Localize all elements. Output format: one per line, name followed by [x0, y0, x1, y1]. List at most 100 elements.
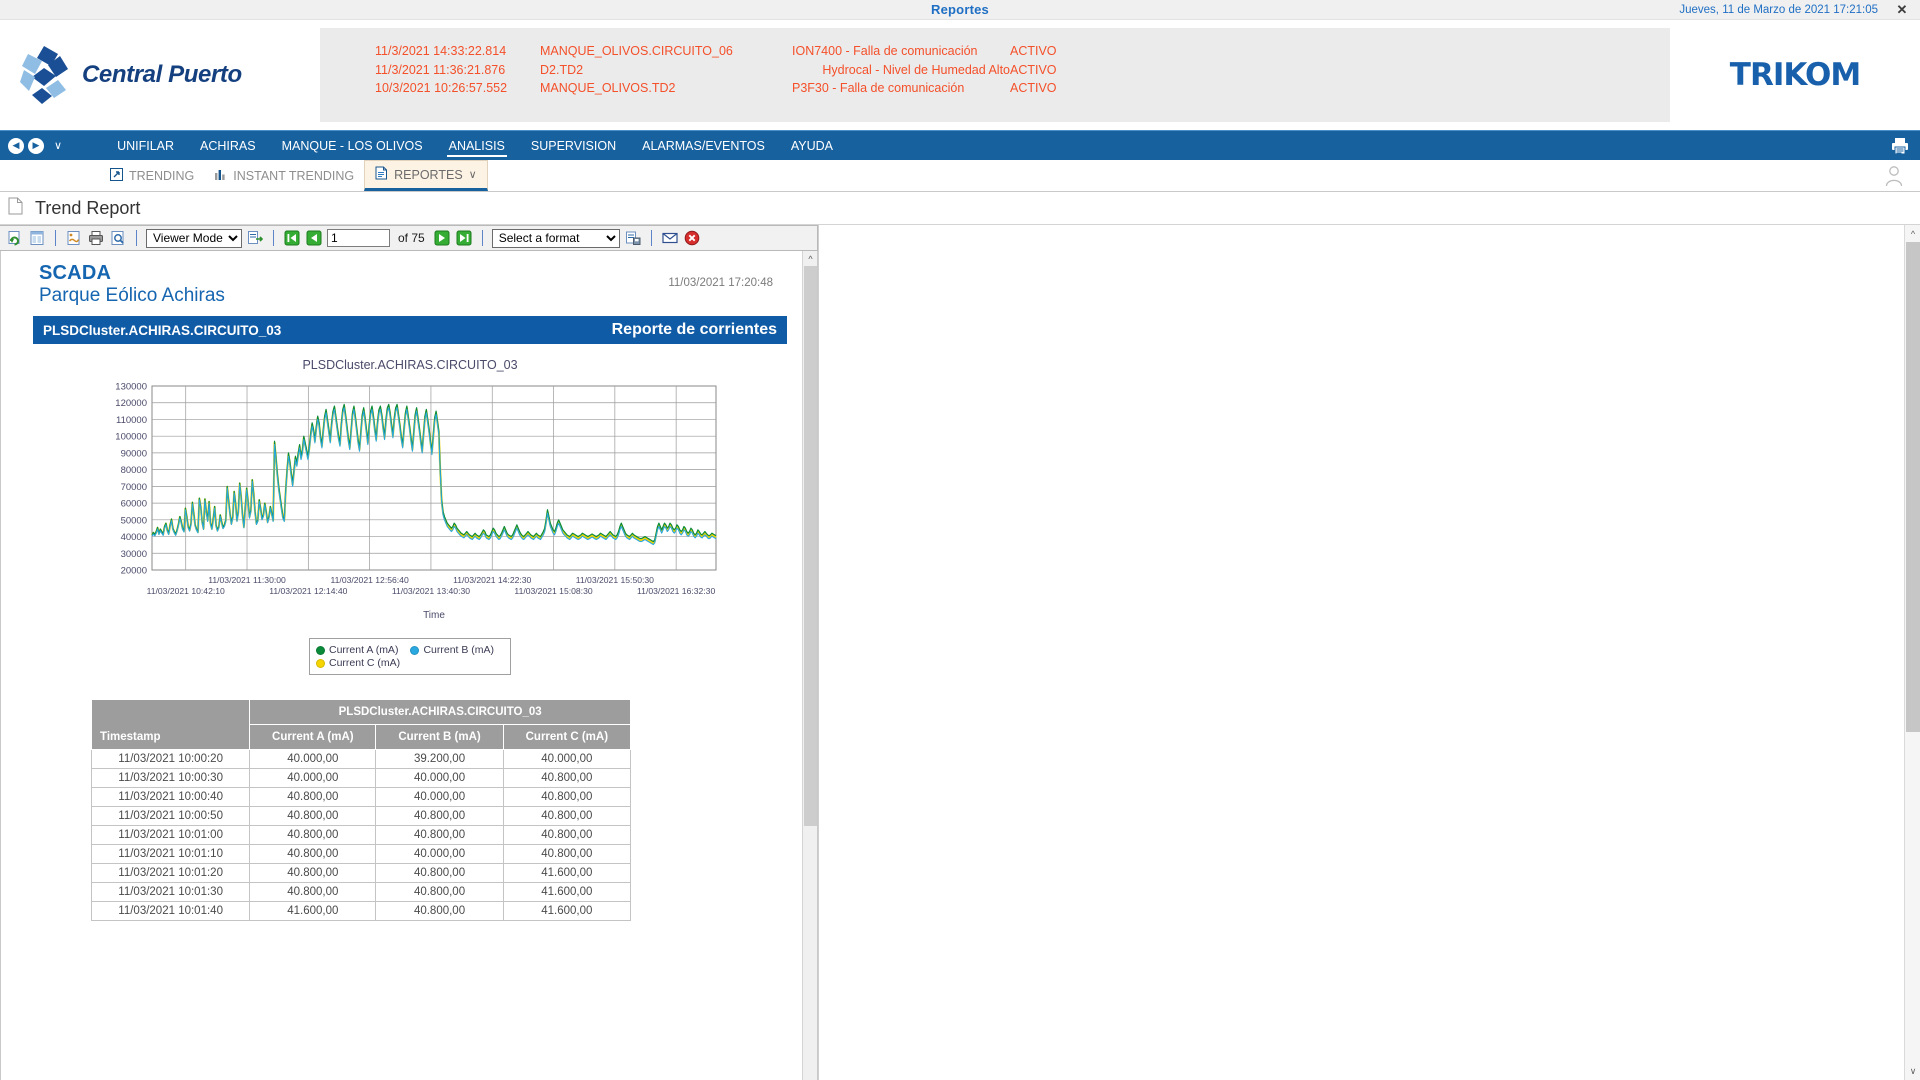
- cell-value: 40.800,00: [502, 806, 632, 826]
- table-group-header: PLSDCluster.ACHIRAS.CIRCUITO_03: [249, 699, 631, 725]
- trikom-logo: TRIKOM: [1729, 57, 1861, 93]
- back-icon[interactable]: ◀: [8, 137, 24, 154]
- toolbar-divider: [481, 230, 483, 246]
- cell-timestamp: 11/03/2021 10:01:30: [90, 882, 251, 902]
- forward-icon[interactable]: ▶: [28, 137, 44, 154]
- tab-trending-label: TRENDING: [129, 168, 195, 183]
- refresh-report-icon[interactable]: [6, 229, 24, 247]
- viewer-mode-select[interactable]: Viewer Mode: [146, 228, 242, 248]
- nav-item-supervision[interactable]: SUPERVISION: [518, 131, 629, 160]
- page-number-input[interactable]: [327, 229, 390, 247]
- legend-marker-icon: [410, 645, 420, 655]
- alarm-row[interactable]: 10/3/2021 10:26:57.552 MANQUE_OLIVOS.TD2…: [375, 79, 1670, 98]
- print-icon[interactable]: [87, 229, 105, 247]
- svg-text:70000: 70000: [121, 482, 147, 493]
- nav-item-manque-los-olivos[interactable]: MANQUE - LOS OLIVOS: [269, 131, 436, 160]
- cell-value: 40.000,00: [502, 749, 632, 769]
- trending-arrow-icon: [110, 167, 123, 184]
- close-report-icon[interactable]: [683, 229, 701, 247]
- viewer-wrapper: Viewer Mode of 75 Select a format: [0, 225, 1920, 1080]
- cell-value: 41.600,00: [502, 863, 632, 883]
- cell-value: 40.800,00: [249, 863, 377, 883]
- tab-trending[interactable]: TRENDING: [100, 160, 204, 191]
- scroll-up-icon[interactable]: ^: [803, 251, 817, 266]
- nav-history-controls: ◀ ▶ ∨: [0, 137, 62, 154]
- page-scroll-thumb[interactable]: [1906, 242, 1920, 732]
- format-select[interactable]: Select a format: [491, 228, 620, 248]
- cell-value: 40.800,00: [249, 844, 377, 864]
- cell-value: 40.800,00: [249, 787, 377, 807]
- bar-chart-icon: [214, 168, 227, 184]
- alarm-status: ACTIVO: [1010, 44, 1057, 58]
- cell-value: 41.600,00: [502, 882, 632, 902]
- page-scrollbar[interactable]: ^ ∨: [1904, 225, 1920, 1080]
- alarm-timestamp: 11/3/2021 11:36:21.876: [375, 62, 506, 77]
- cell-value: 40.800,00: [502, 768, 632, 788]
- report-scrollbar[interactable]: ^: [802, 251, 817, 1080]
- right-empty-pane: ^ ∨: [818, 225, 1920, 1080]
- page-count-label: of 75: [398, 231, 425, 245]
- svg-text:20000: 20000: [121, 566, 147, 577]
- cell-value: 40.800,00: [375, 901, 504, 921]
- next-page-icon[interactable]: [433, 229, 451, 247]
- chart-plot-area: 20000 30000 40000 50000 60000 70000 80000 90000…: [33, 378, 787, 628]
- cell-value: 41.600,00: [249, 901, 377, 921]
- svg-text:80000: 80000: [121, 465, 147, 476]
- table-row: 11/03/2021 10:01:10 40.800,00 40.000,00 40.…: [90, 844, 632, 864]
- legend-marker-icon: [316, 658, 325, 668]
- nav-item-unifilar[interactable]: UNIFILAR: [104, 131, 187, 160]
- export-document-icon[interactable]: [246, 229, 264, 247]
- report-band-tag: PLSDCluster.ACHIRAS.CIRCUITO_03: [43, 322, 282, 338]
- search-icon[interactable]: [109, 229, 127, 247]
- alarm-description: P3F30 - Falla de comunicación: [792, 81, 965, 95]
- cell-value: 40.800,00: [375, 882, 504, 902]
- nav-item-alarmas-eventos[interactable]: ALARMAS/EVENTOS: [629, 131, 778, 160]
- close-icon[interactable]: ✕: [1884, 0, 1920, 20]
- chevron-down-icon[interactable]: ∨: [54, 139, 62, 152]
- print-icon[interactable]: [1888, 134, 1912, 158]
- report-canvas: 11/03/2021 17:20:48 SCADA Parque Eólico …: [1, 251, 787, 1080]
- table-row: 11/03/2021 10:00:20 40.000,00 39.200,00 40.…: [90, 749, 632, 769]
- alarm-timestamp: 10/3/2021 10:26:57.552: [375, 81, 508, 95]
- cell-value: 40.000,00: [249, 768, 377, 788]
- cell-timestamp: 11/03/2021 10:01:20: [90, 863, 251, 883]
- svg-text:11/03/2021 16:32:30: 11/03/2021 16:32:30: [637, 586, 715, 596]
- page-scroll-down-icon[interactable]: ∨: [1905, 1063, 1920, 1080]
- nav-item-ayuda[interactable]: AYUDA: [778, 131, 846, 160]
- last-page-icon[interactable]: [455, 229, 473, 247]
- cell-timestamp: 11/03/2021 10:01:40: [90, 901, 251, 921]
- cell-value: 40.000,00: [375, 768, 504, 788]
- alarm-tag: MANQUE_OLIVOS.CIRCUITO_06: [540, 44, 733, 58]
- toggle-parameters-icon[interactable]: [28, 229, 46, 247]
- page-scroll-up-icon[interactable]: ^: [1905, 225, 1920, 242]
- partner-branding: TRIKOM: [1670, 20, 1920, 130]
- tab-reportes[interactable]: REPORTES ∨: [364, 160, 488, 191]
- company-name: Central Puerto: [82, 61, 242, 88]
- alarm-tag: MANQUE_OLIVOS.TD2: [540, 81, 676, 95]
- nav-item-achiras[interactable]: ACHIRAS: [187, 131, 269, 160]
- table-group-header-row: Timestamp PLSDCluster.ACHIRAS.CIRCUITO_0…: [90, 699, 631, 750]
- alarm-ticker-panel[interactable]: 11/3/2021 14:33:22.814 MANQUE_OLIVOS.CIR…: [320, 28, 1670, 122]
- email-icon[interactable]: [661, 229, 679, 247]
- tab-instant-trending[interactable]: INSTANT TRENDING: [204, 160, 364, 191]
- cell-value: 39.200,00: [375, 749, 504, 769]
- alarm-description: ION7400 - Falla de comunicación: [792, 44, 978, 58]
- tab-reportes-label: REPORTES: [394, 167, 463, 182]
- first-page-icon[interactable]: [283, 229, 301, 247]
- table-row: 11/03/2021 10:01:40 41.600,00 40.800,00 41.…: [90, 901, 632, 921]
- svg-text:40000: 40000: [121, 532, 147, 543]
- chevron-down-icon[interactable]: ∨: [469, 168, 477, 181]
- alarm-row[interactable]: 11/3/2021 14:33:22.814 MANQUE_OLIVOS.CIR…: [375, 42, 1670, 61]
- scroll-thumb[interactable]: [804, 266, 817, 826]
- svg-text:Time: Time: [423, 610, 445, 621]
- svg-text:11/03/2021 12:56:40: 11/03/2021 12:56:40: [331, 575, 409, 585]
- user-avatar-icon[interactable]: [1882, 163, 1906, 189]
- cell-value: 40.800,00: [249, 825, 377, 845]
- prev-page-icon[interactable]: [305, 229, 323, 247]
- alarm-row[interactable]: 11/3/2021 11:36:21.876 D2.TD2 Hydrocal -…: [375, 61, 1670, 80]
- nav-item-analisis[interactable]: ANALISIS: [436, 131, 518, 160]
- print-layout-icon[interactable]: [65, 229, 83, 247]
- export-icon[interactable]: [624, 229, 642, 247]
- subnav-items: TRENDING INSTANT TRENDING REPORTES ∨: [100, 160, 488, 191]
- svg-text:11/03/2021 10:42:10: 11/03/2021 10:42:10: [147, 586, 225, 596]
